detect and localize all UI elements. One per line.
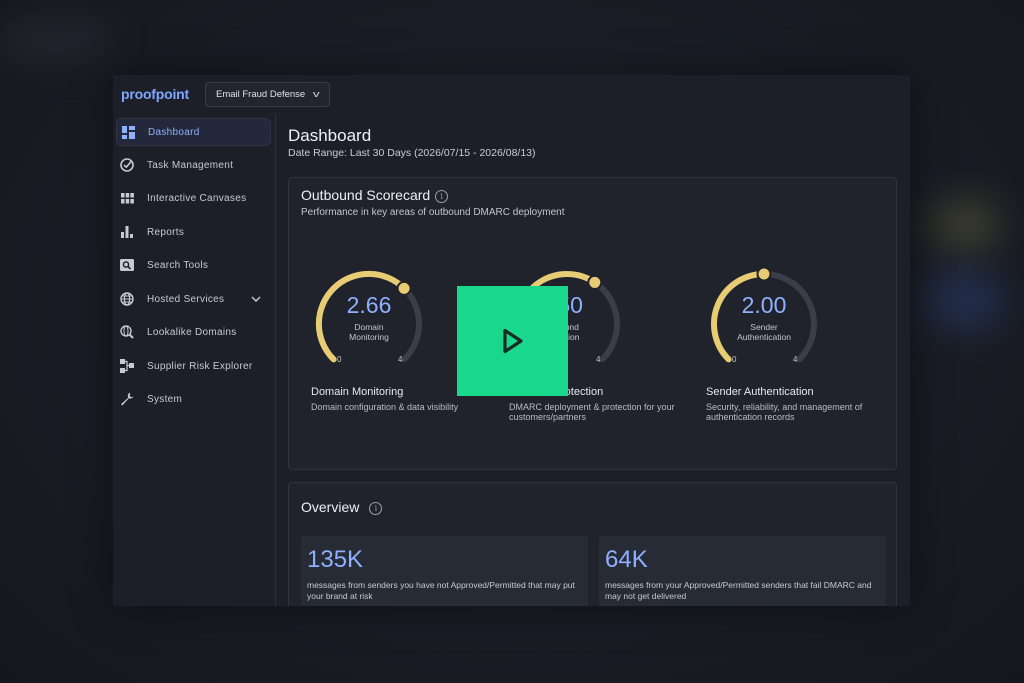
stat-unapproved-senders[interactable]: 135K messages from senders you have not … (301, 536, 588, 606)
sidebar-item-hosted-services[interactable]: Hosted Services (116, 285, 271, 313)
gauge-min-label: 0 (337, 355, 342, 364)
dashboard-icon (121, 125, 135, 139)
info-icon[interactable]: i (369, 502, 383, 515)
sidebar-item-label: Interactive Canvases (147, 192, 247, 204)
sidebar-item-label: Search Tools (147, 259, 209, 271)
gauge-label-line: Monitoring (349, 332, 389, 342)
sidebar-item-task-management[interactable]: Task Management (116, 151, 271, 179)
check-circle-icon (120, 158, 134, 172)
bar-chart-icon (120, 225, 134, 239)
page-title: Dashboard (288, 126, 372, 145)
overview-title-row: Overview i (301, 499, 383, 515)
gauge-max-label: 4 (793, 355, 798, 364)
main-content: Dashboard Date Range: Last 30 Days (2026… (276, 113, 910, 606)
sidebar-item-reports[interactable]: Reports (116, 218, 271, 246)
video-play-overlay[interactable] (457, 286, 568, 396)
date-range[interactable]: Date Range: Last 30 Days (2026/07/15 - 2… (288, 147, 536, 159)
proofpoint-logo[interactable]: proofpoint (121, 86, 189, 102)
grid-icon (120, 191, 134, 205)
globe-icon (120, 292, 134, 306)
network-icon (120, 359, 134, 373)
product-selector-label: Email Fraud Defense (215, 88, 306, 100)
gauge-label: Sender Authentication (705, 322, 823, 342)
metric-description: Domain configuration & data visibility (311, 402, 459, 412)
sidebar-item-label: Hosted Services (147, 293, 225, 305)
background-blur-shape (925, 270, 1005, 330)
background-blur-shape (930, 200, 1000, 250)
sidebar-item-search-tools[interactable]: Search Tools (116, 251, 271, 279)
magnifier-globe-icon (120, 325, 134, 339)
sidebar-item-label: Task Management (147, 159, 234, 171)
sidebar-item-lookalike-domains[interactable]: Lookalike Domains (116, 318, 271, 346)
gauge-knob (756, 266, 772, 282)
background-blur-shape (0, 20, 110, 60)
chevron-down-icon[interactable] (251, 295, 261, 304)
outbound-scorecard-card: Outbound Scorecard i Performance in key a… (288, 177, 897, 470)
gauge-min-label: 0 (732, 355, 737, 364)
sidebar-item-label: Supplier Risk Explorer (147, 360, 253, 372)
info-icon[interactable]: i (435, 190, 449, 203)
sidebar: Dashboard Task Management Interactive Ca… (113, 113, 276, 606)
sidebar-item-interactive-canvases[interactable]: Interactive Canvases (116, 184, 271, 212)
stat-failing-dmarc[interactable]: 64K messages from your Approved/Permitte… (599, 536, 886, 606)
metric-title: Domain Monitoring (311, 386, 404, 398)
scorecard-title-row: Outbound Scorecard i (301, 187, 449, 203)
top-bar: proofpoint Email Fraud Defense v (113, 75, 910, 113)
gauge-max-label: 4 (398, 355, 403, 364)
metric-title: Sender Authentication (706, 386, 814, 398)
sidebar-item-dashboard[interactable]: Dashboard (116, 118, 271, 146)
gauge-label-line: Sender (750, 322, 778, 332)
gauge-value: 2.00 (741, 292, 787, 318)
stat-value: 135K (307, 546, 364, 573)
stat-value: 64K (605, 546, 648, 573)
gauge-max-label: 4 (596, 355, 601, 364)
sidebar-item-label: Lookalike Domains (147, 326, 237, 338)
sidebar-item-label: Dashboard (148, 126, 200, 138)
sidebar-item-label: Reports (147, 226, 185, 238)
wrench-icon (120, 392, 134, 406)
gauge-sender-authentication[interactable]: 2.00 Sender Authentication 0 4 (705, 265, 823, 383)
sidebar-item-label: System (147, 393, 183, 405)
gauge-domain-monitoring[interactable]: 2.66 Domain Monitoring 0 4 (310, 265, 428, 383)
gauge-label-line: Authentication (737, 332, 791, 342)
gauge-label: Domain Monitoring (310, 322, 428, 342)
metric-description: DMARC deployment & protection for your c… (509, 402, 675, 422)
sidebar-item-system[interactable]: System (116, 385, 271, 413)
gauge-value: 2.66 (346, 292, 392, 318)
overview-card: Overview i 135K messages from senders you… (288, 482, 897, 606)
metric-description: Security, reliability, and management of… (706, 402, 863, 422)
scorecard-subtitle: Performance in key areas of outbound DMA… (301, 207, 565, 218)
gauge-knob (587, 274, 603, 290)
product-selector[interactable]: Email Fraud Defense v (204, 81, 330, 107)
stat-description: messages from senders you have not Appro… (307, 580, 575, 601)
sidebar-item-supplier-risk-explorer[interactable]: Supplier Risk Explorer (116, 352, 271, 380)
play-icon (502, 328, 523, 354)
scorecard-title: Outbound Scorecard (301, 187, 431, 203)
gauge-label-line: Domain (354, 322, 384, 332)
overview-title: Overview (301, 499, 360, 515)
stat-description: messages from your Approved/Permitted se… (605, 580, 872, 601)
chevron-down-icon: v (313, 89, 320, 99)
search-tool-icon (120, 258, 134, 272)
